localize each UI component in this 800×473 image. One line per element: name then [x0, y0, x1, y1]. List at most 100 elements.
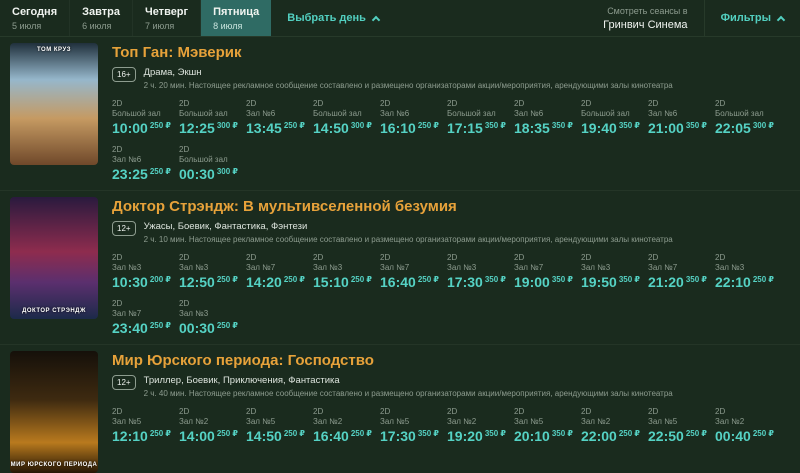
session-hall: Большой зал [447, 109, 511, 118]
movie-section: ДОКТОР СТРЭНДЖ Доктор Стрэндж: В мультив… [0, 191, 800, 345]
session-hall: Зал №5 [246, 417, 310, 426]
session-card[interactable]: 2D Зал №7 21:20350 ₽ [648, 253, 712, 292]
day-tab-date: 6 июля [82, 21, 120, 31]
session-card[interactable]: 2D Зал №3 17:30350 ₽ [447, 253, 511, 292]
session-hall: Зал №3 [179, 309, 243, 318]
session-card[interactable]: 2D Зал №6 18:35350 ₽ [514, 99, 578, 138]
session-card[interactable]: 2D Большой зал 14:50300 ₽ [313, 99, 377, 138]
movie-genres: Драма, Экшн [144, 67, 673, 78]
session-card[interactable]: 2D Зал №5 12:10250 ₽ [112, 407, 176, 446]
session-format: 2D [715, 253, 779, 262]
movie-poster[interactable]: ТОМ КРУЗ [10, 43, 98, 165]
session-time-row: 00:30300 ₽ [179, 166, 243, 184]
session-card[interactable]: 2D Большой зал 10:00250 ₽ [112, 99, 176, 138]
session-time-row: 22:05300 ₽ [715, 120, 779, 138]
session-card[interactable]: 2D Зал №6 21:00350 ₽ [648, 99, 712, 138]
session-card[interactable]: 2D Зал №3 22:10250 ₽ [715, 253, 779, 292]
day-tab-date: 7 июля [145, 21, 188, 31]
session-hall: Зал №3 [715, 263, 779, 272]
session-hall: Зал №5 [648, 417, 712, 426]
session-card[interactable]: 2D Большой зал 22:05300 ₽ [715, 99, 779, 138]
movie-meta: 12+ Триллер, Боевик, Приключения, Фантас… [112, 375, 790, 398]
movie-title[interactable]: Топ Ган: Мэверик [112, 44, 790, 61]
session-card[interactable]: 2D Зал №2 19:20350 ₽ [447, 407, 511, 446]
session-time: 17:30 [380, 428, 416, 444]
movie-section: ТОМ КРУЗ Топ Ган: Мэверик 16+ Драма, Экш… [0, 37, 800, 191]
session-price: 250 ₽ [619, 429, 640, 438]
session-hall: Зал №3 [581, 263, 645, 272]
day-tab-label: Завтра [82, 6, 120, 19]
session-price: 350 ₽ [686, 275, 707, 284]
session-card[interactable]: 2D Большой зал 19:40350 ₽ [581, 99, 645, 138]
session-time-row: 23:25250 ₽ [112, 166, 176, 184]
session-format: 2D [313, 253, 377, 262]
session-card[interactable]: 2D Большой зал 12:25300 ₽ [179, 99, 243, 138]
session-format: 2D [246, 253, 310, 262]
session-card[interactable]: 2D Зал №3 12:50250 ₽ [179, 253, 243, 292]
session-card[interactable]: 2D Зал №7 19:00350 ₽ [514, 253, 578, 292]
movie-title[interactable]: Мир Юрского периода: Господство [112, 352, 790, 369]
session-card[interactable]: 2D Зал №2 00:40250 ₽ [715, 407, 779, 446]
movie-poster[interactable]: МИР ЮРСКОГО ПЕРИОДА [10, 351, 98, 473]
session-price: 350 ₽ [552, 121, 573, 130]
movie-info: 2 ч. 40 мин. Настоящее рекламное сообщен… [144, 389, 673, 398]
day-tab[interactable]: Сегодня 5 июля [0, 0, 70, 36]
session-time-row: 14:50300 ₽ [313, 120, 377, 138]
day-tab[interactable]: Четверг 7 июля [133, 0, 201, 36]
movie-genres: Ужасы, Боевик, Фантастика, Фэнтези [144, 221, 673, 232]
movie-poster[interactable]: ДОКТОР СТРЭНДЖ [10, 197, 98, 319]
session-card[interactable]: 2D Зал №2 16:40250 ₽ [313, 407, 377, 446]
session-time: 10:30 [112, 274, 148, 290]
cinema-prefix-label: Смотреть сеансы в [607, 6, 687, 16]
session-price: 250 ₽ [150, 121, 171, 130]
session-card[interactable]: 2D Зал №2 14:00250 ₽ [179, 407, 243, 446]
choose-day-button[interactable]: Выбрать день [271, 0, 395, 36]
session-format: 2D [246, 99, 310, 108]
session-card[interactable]: 2D Зал №7 23:40250 ₽ [112, 299, 176, 338]
chevron-up-icon [777, 16, 785, 24]
session-hall: Зал №2 [313, 417, 377, 426]
session-card[interactable]: 2D Большой зал 00:30300 ₽ [179, 145, 243, 184]
session-hall: Зал №6 [514, 109, 578, 118]
session-card[interactable]: 2D Зал №6 13:45250 ₽ [246, 99, 310, 138]
session-card[interactable]: 2D Зал №3 00:30250 ₽ [179, 299, 243, 338]
day-tab[interactable]: Завтра 6 июля [70, 0, 133, 36]
session-card[interactable]: 2D Зал №5 22:50250 ₽ [648, 407, 712, 446]
session-card[interactable]: 2D Зал №6 16:10250 ₽ [380, 99, 444, 138]
session-hall: Зал №3 [447, 263, 511, 272]
session-format: 2D [581, 407, 645, 416]
session-card[interactable]: 2D Зал №3 15:10250 ₽ [313, 253, 377, 292]
session-format: 2D [112, 253, 176, 262]
session-format: 2D [648, 407, 712, 416]
session-time: 13:45 [246, 120, 282, 136]
movie-title[interactable]: Доктор Стрэндж: В мультивселенной безуми… [112, 198, 790, 215]
session-card[interactable]: 2D Зал №2 22:00250 ₽ [581, 407, 645, 446]
session-time-row: 20:10350 ₽ [514, 428, 578, 446]
cinema-selector[interactable]: Смотреть сеансы в Гринвич Синема [603, 0, 703, 36]
session-time: 21:00 [648, 120, 684, 136]
session-format: 2D [380, 407, 444, 416]
session-price: 300 ₽ [351, 121, 372, 130]
session-card[interactable]: 2D Большой зал 17:15350 ₽ [447, 99, 511, 138]
session-format: 2D [313, 99, 377, 108]
session-hall: Зал №2 [581, 417, 645, 426]
session-card[interactable]: 2D Зал №6 23:25250 ₽ [112, 145, 176, 184]
session-card[interactable]: 2D Зал №3 10:30200 ₽ [112, 253, 176, 292]
session-hall: Большой зал [179, 109, 243, 118]
session-card[interactable]: 2D Зал №5 14:50250 ₽ [246, 407, 310, 446]
session-card[interactable]: 2D Зал №5 17:30350 ₽ [380, 407, 444, 446]
session-price: 250 ₽ [217, 429, 238, 438]
session-card[interactable]: 2D Зал №7 14:20250 ₽ [246, 253, 310, 292]
filters-button[interactable]: Фильтры [704, 0, 800, 36]
day-tab-label: Четверг [145, 6, 188, 19]
session-card[interactable]: 2D Зал №7 16:40250 ₽ [380, 253, 444, 292]
day-tab[interactable]: Пятница 8 июля [201, 0, 271, 36]
session-format: 2D [514, 407, 578, 416]
session-time: 19:40 [581, 120, 617, 136]
session-time-row: 10:30200 ₽ [112, 274, 176, 292]
session-card[interactable]: 2D Зал №3 19:50350 ₽ [581, 253, 645, 292]
session-time: 15:10 [313, 274, 349, 290]
session-time: 19:00 [514, 274, 550, 290]
session-card[interactable]: 2D Зал №5 20:10350 ₽ [514, 407, 578, 446]
session-hall: Зал №2 [179, 417, 243, 426]
